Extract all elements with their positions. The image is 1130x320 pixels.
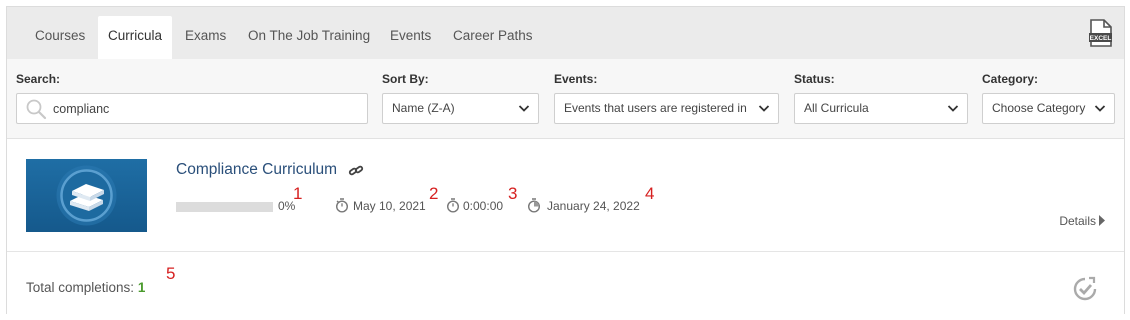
stopwatch-icon bbox=[446, 198, 460, 213]
events-select[interactable]: Events that users are registered in bbox=[554, 93, 779, 124]
status-select[interactable]: All Curricula bbox=[794, 93, 968, 124]
excel-badge: EXCEL bbox=[1090, 35, 1112, 42]
search-label: Search: bbox=[16, 72, 61, 86]
events-value: Events that users are registered in bbox=[564, 101, 747, 115]
details-link[interactable]: Details bbox=[1059, 214, 1096, 228]
excel-export-icon[interactable]: EXCEL bbox=[1088, 19, 1114, 47]
time-spent: 0:00:00 bbox=[463, 199, 504, 213]
expiry-timer-icon bbox=[527, 198, 541, 213]
tab-career-paths[interactable]: Career Paths bbox=[443, 16, 543, 59]
tab-on-the-job-training[interactable]: On The Job Training bbox=[238, 16, 380, 59]
link-icon[interactable] bbox=[348, 164, 364, 178]
annotation-marker: 3 bbox=[508, 184, 518, 203]
sort-by-value: Name (Z-A) bbox=[392, 101, 455, 115]
annotation-marker: 2 bbox=[429, 184, 439, 203]
category-value: Choose Category bbox=[992, 101, 1086, 115]
tab-bar: Courses Curricula Exams On The Job Train… bbox=[7, 7, 1124, 59]
chevron-down-icon bbox=[758, 105, 770, 112]
events-label: Events: bbox=[554, 72, 598, 86]
tab-curricula[interactable]: Curricula bbox=[98, 16, 173, 59]
status-value: All Curricula bbox=[804, 101, 869, 115]
chevron-down-icon bbox=[1094, 105, 1106, 112]
tab-events[interactable]: Events bbox=[380, 16, 441, 59]
total-completions: Total completions: 1 bbox=[26, 280, 145, 295]
sort-by-label: Sort By: bbox=[382, 72, 429, 86]
total-completions-count: 1 bbox=[137, 280, 146, 295]
annotation-marker: 4 bbox=[645, 184, 655, 203]
start-date: May 10, 2021 bbox=[353, 199, 426, 213]
total-completions-label: Total completions: bbox=[26, 280, 135, 295]
start-timer-icon bbox=[335, 198, 349, 213]
annotation-marker: 5 bbox=[166, 264, 176, 283]
books-icon bbox=[56, 165, 117, 226]
tab-courses[interactable]: Courses bbox=[25, 16, 95, 59]
curricula-panel: Courses Curricula Exams On The Job Train… bbox=[6, 6, 1125, 315]
progress-bar bbox=[176, 202, 273, 212]
curriculum-row: Compliance Curriculum 1 0% May 10, 2021 … bbox=[7, 140, 1124, 252]
filter-bar: Search: Sort By: Name (Z-A) Events: Even… bbox=[7, 59, 1124, 139]
status-label: Status: bbox=[794, 72, 835, 86]
category-label: Category: bbox=[982, 72, 1039, 86]
progress-percent: 0% bbox=[278, 199, 296, 213]
curriculum-thumbnail[interactable] bbox=[26, 159, 147, 232]
curriculum-title[interactable]: Compliance Curriculum bbox=[176, 161, 337, 179]
sort-by-select[interactable]: Name (Z-A) bbox=[382, 93, 539, 124]
chevron-down-icon bbox=[518, 105, 530, 112]
footer: Total completions: 1 5 bbox=[7, 252, 1124, 315]
completion-check-icon[interactable] bbox=[1072, 276, 1098, 302]
expiry-date: January 24, 2022 bbox=[547, 199, 640, 213]
caret-right-icon[interactable] bbox=[1098, 214, 1106, 227]
chevron-down-icon bbox=[947, 105, 959, 112]
search-input[interactable] bbox=[53, 94, 363, 123]
search-field[interactable] bbox=[16, 93, 368, 124]
category-select[interactable]: Choose Category bbox=[982, 93, 1115, 124]
tab-exams[interactable]: Exams bbox=[175, 16, 236, 59]
search-icon bbox=[25, 98, 47, 120]
